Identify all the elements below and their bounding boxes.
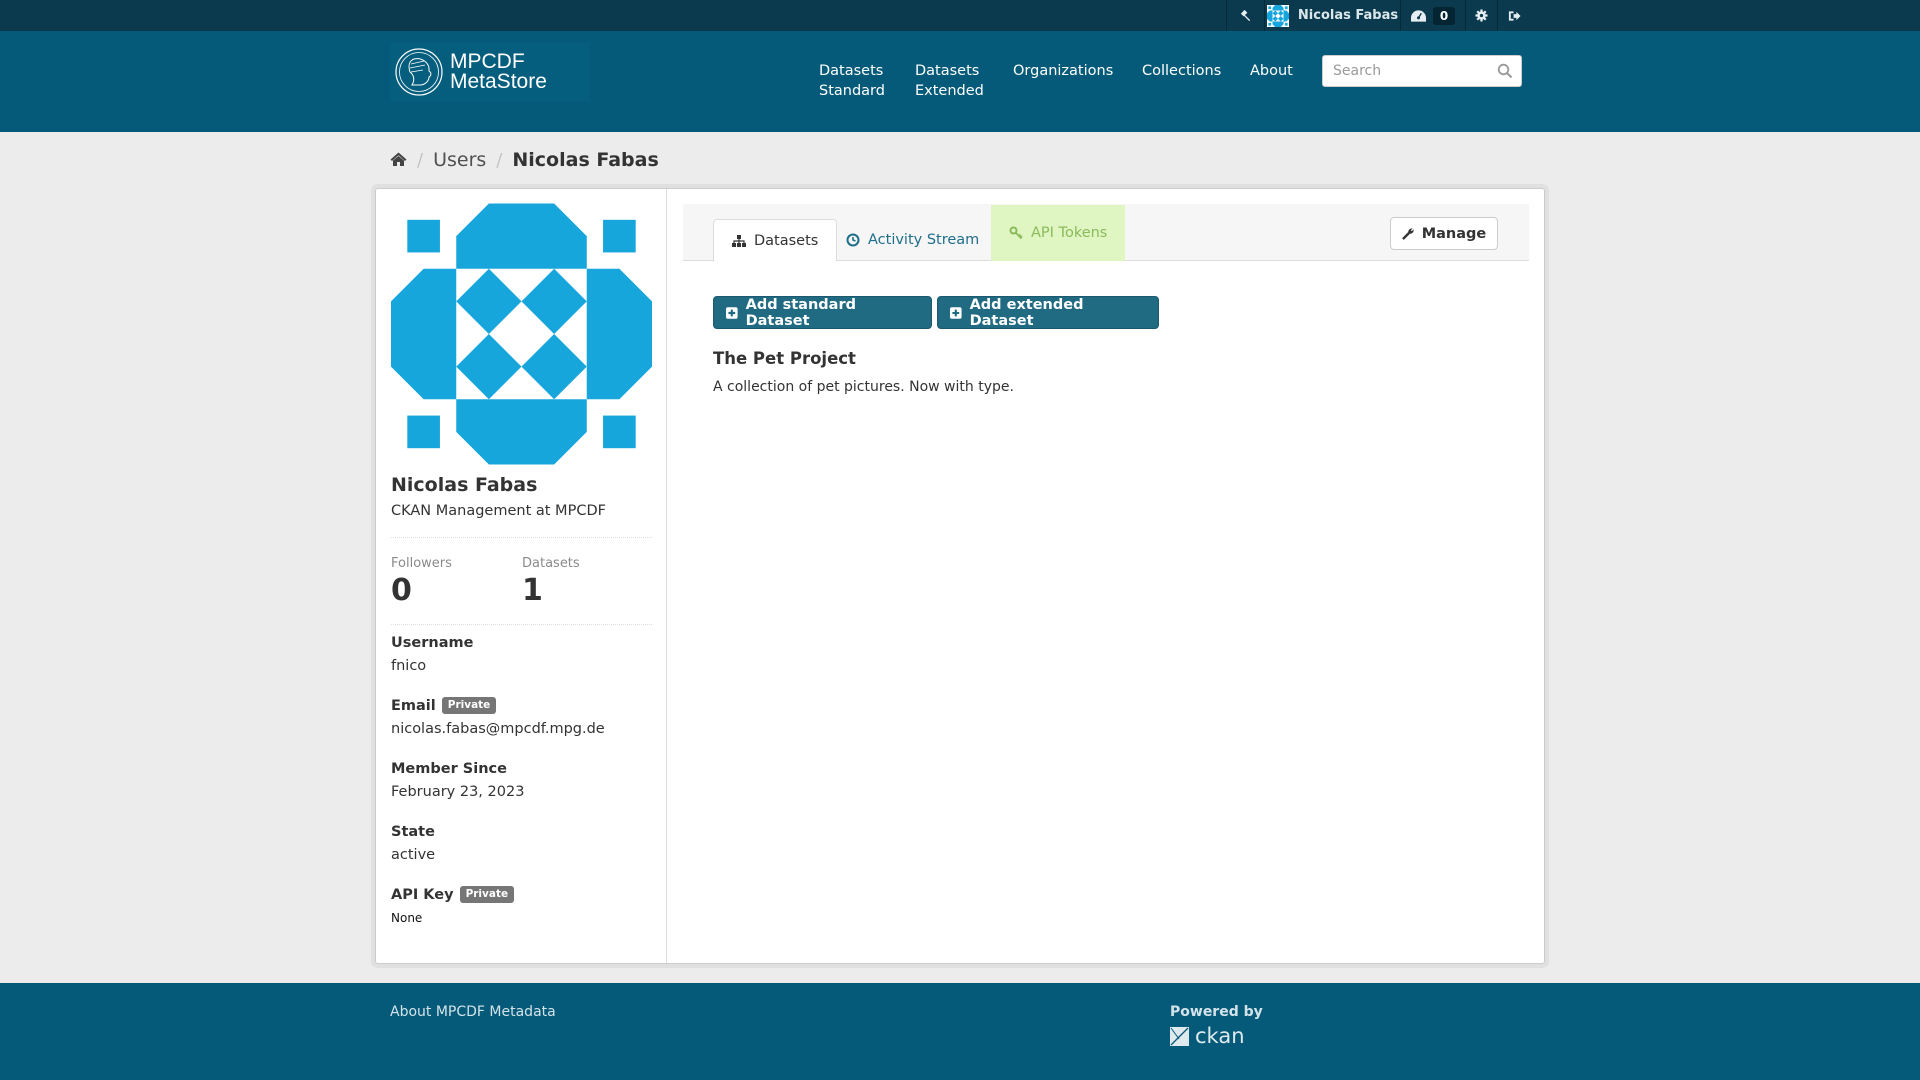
wrench-icon — [1401, 228, 1414, 240]
dataset-title-link[interactable]: The Pet Project — [713, 349, 856, 368]
private-badge: Private — [441, 697, 497, 714]
username-label: Username — [391, 635, 474, 651]
add-extended-dataset-button[interactable]: Add extended Dataset — [937, 296, 1159, 329]
breadcrumb-separator: / — [496, 149, 503, 171]
dashboard-icon — [1410, 9, 1426, 22]
state-label: State — [391, 824, 435, 840]
ckan-logo-link[interactable]: ckan — [1170, 1024, 1245, 1048]
tab-activity-stream[interactable]: Activity Stream — [828, 219, 997, 261]
profile-name: Nicolas Fabas — [391, 474, 538, 496]
minerva-seal-icon — [395, 48, 443, 96]
profile-about: CKAN Management at MPCDF — [391, 503, 606, 519]
sitemap-icon — [732, 234, 746, 247]
breadcrumb-home[interactable] — [390, 149, 407, 171]
logout-link[interactable] — [1497, 0, 1531, 31]
followers-label: Followers — [391, 556, 452, 571]
dataset-notes: A collection of pet pictures. Now with t… — [713, 379, 1014, 395]
key-icon — [1009, 226, 1023, 240]
manage-button[interactable]: Manage — [1390, 217, 1498, 250]
nav-about[interactable]: About — [1250, 61, 1293, 81]
site-title: MPCDF MetaStore — [450, 50, 547, 93]
datasets-count: 1 — [522, 573, 543, 608]
sign-out-icon — [1508, 10, 1521, 21]
nav-datasets-extended[interactable]: Datasets Extended — [915, 61, 984, 101]
sysadmin-link[interactable] — [1226, 0, 1264, 31]
private-badge: Private — [459, 886, 515, 903]
username-value: fnico — [391, 658, 427, 674]
footer — [0, 983, 1920, 1080]
sidebar-divider — [666, 189, 667, 963]
search-icon[interactable] — [1497, 63, 1513, 79]
gavel-icon — [1240, 9, 1251, 22]
settings-link[interactable] — [1465, 0, 1497, 31]
tab-datasets[interactable]: Datasets — [713, 219, 838, 262]
email-label: Email Private — [391, 697, 497, 714]
search-input[interactable] — [1323, 56, 1483, 86]
home-icon — [390, 152, 407, 166]
user-avatar — [1266, 4, 1289, 27]
dashboard-count: 0 — [1432, 6, 1456, 25]
tab-api-tokens[interactable]: API Tokens — [991, 205, 1126, 261]
datasets-label: Datasets — [522, 556, 580, 571]
user-name: Nicolas Fabas — [1297, 8, 1399, 23]
email-value: nicolas.fabas@mpcdf.mpg.de — [391, 721, 605, 737]
nav-organizations[interactable]: Organizations — [1013, 61, 1113, 81]
breadcrumb-users[interactable]: Users — [433, 149, 486, 171]
powered-by-label: Powered by — [1170, 1004, 1263, 1020]
followers-count: 0 — [391, 573, 412, 608]
member-since-label: Member Since — [391, 761, 507, 777]
ckan-logo-icon — [1170, 1026, 1189, 1046]
member-since-value: February 23, 2023 — [391, 784, 525, 800]
breadcrumb: / Users / Nicolas Fabas — [390, 148, 659, 172]
clock-icon — [846, 233, 860, 247]
account-bar: Nicolas Fabas 0 — [0, 0, 1920, 31]
divider — [391, 537, 652, 538]
dashboard-link[interactable]: 0 — [1400, 0, 1465, 31]
plus-square-icon — [726, 306, 738, 319]
gear-icon — [1475, 9, 1488, 22]
breadcrumb-separator: / — [417, 149, 424, 171]
user-identicon — [391, 203, 652, 465]
api-key-label: API Key Private — [391, 886, 515, 903]
state-value: active — [391, 847, 436, 863]
plus-square-icon — [950, 306, 962, 319]
divider — [391, 624, 652, 625]
search-form — [1322, 55, 1522, 87]
add-standard-dataset-button[interactable]: Add standard Dataset — [713, 296, 932, 329]
nav-datasets-standard[interactable]: Datasets Standard — [819, 61, 885, 101]
api-key-value: None — [391, 911, 423, 925]
footer-about-link[interactable]: About MPCDF Metadata — [390, 1004, 556, 1020]
breadcrumb-current-user[interactable]: Nicolas Fabas — [512, 149, 658, 171]
nav-collections[interactable]: Collections — [1142, 61, 1221, 81]
user-profile-link[interactable]: Nicolas Fabas — [1264, 0, 1400, 31]
site-logo[interactable]: MPCDF MetaStore — [390, 42, 590, 102]
